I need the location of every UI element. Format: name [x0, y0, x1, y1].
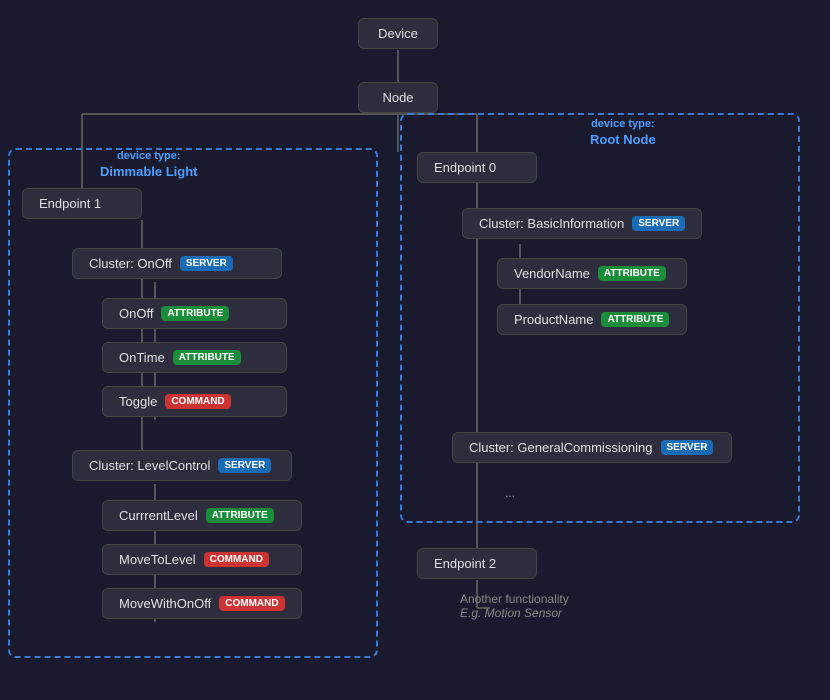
badge-server-basicinfo: SERVER: [632, 216, 685, 231]
badge-cmd-toggle: COMMAND: [165, 394, 230, 409]
cmd-toggle: Toggle COMMAND: [102, 386, 287, 417]
attr-currentlevel: CurrrentLevel ATTRIBUTE: [102, 500, 302, 531]
cmd-movetolevel: MoveToLevel COMMAND: [102, 544, 302, 575]
ellipsis: ...: [505, 486, 515, 500]
cluster-onoff: Cluster: OnOff SERVER: [72, 248, 282, 279]
badge-server-onoff: SERVER: [180, 256, 233, 271]
badge-attr-vendorname: ATTRIBUTE: [598, 266, 666, 281]
cluster-levelcontrol: Cluster: LevelControl SERVER: [72, 450, 292, 481]
functionality-text: Another functionality E.g. Motion Sensor: [460, 592, 569, 620]
badge-server-generalcomm: SERVER: [661, 440, 714, 455]
cluster-generalcommissioning: Cluster: GeneralCommissioning SERVER: [452, 432, 732, 463]
endpoint1-node: Endpoint 1: [22, 188, 142, 219]
diagram: device type: Dimmable Light device type:…: [0, 0, 830, 700]
badge-cmd-movewithonoff: COMMAND: [219, 596, 284, 611]
badge-attr-productname: ATTRIBUTE: [601, 312, 669, 327]
endpoint0-device-type-label: device type: Root Node: [590, 116, 656, 148]
cluster-basicinformation: Cluster: BasicInformation SERVER: [462, 208, 702, 239]
endpoint1-device-type-label: device type: Dimmable Light: [100, 148, 198, 180]
badge-attr-currentlevel: ATTRIBUTE: [206, 508, 274, 523]
attr-vendorname: VendorName ATTRIBUTE: [497, 258, 687, 289]
cmd-movewithonoff: MoveWithOnOff COMMAND: [102, 588, 302, 619]
device-node: Device: [358, 18, 438, 49]
badge-server-levelcontrol: SERVER: [218, 458, 271, 473]
attr-onoff: OnOff ATTRIBUTE: [102, 298, 287, 329]
endpoint2-node: Endpoint 2: [417, 548, 537, 579]
node-node: Node: [358, 82, 438, 113]
attr-productname: ProductName ATTRIBUTE: [497, 304, 687, 335]
badge-attr-onoff: ATTRIBUTE: [161, 306, 229, 321]
badge-attr-ontime: ATTRIBUTE: [173, 350, 241, 365]
attr-ontime: OnTime ATTRIBUTE: [102, 342, 287, 373]
endpoint0-node: Endpoint 0: [417, 152, 537, 183]
badge-cmd-movetolevel: COMMAND: [204, 552, 269, 567]
